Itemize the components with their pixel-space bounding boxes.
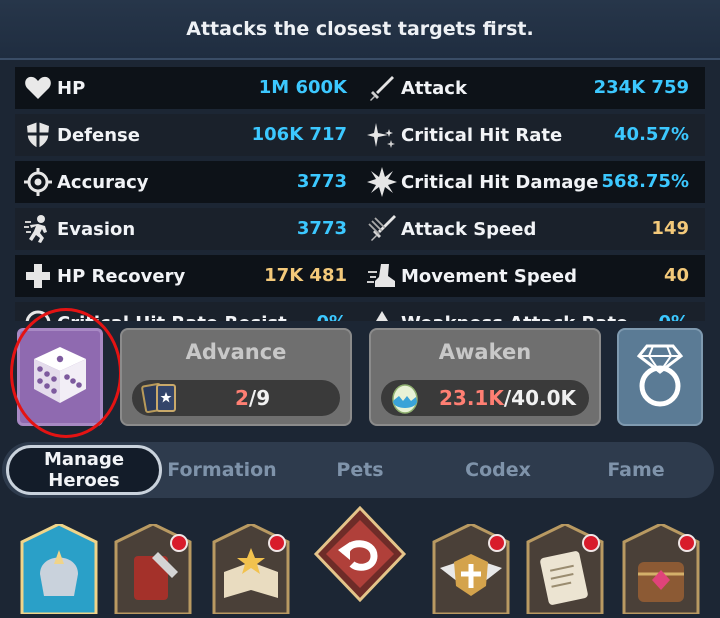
advance-current: 2 xyxy=(235,386,249,410)
stat-hp-value: 1M 600K xyxy=(258,77,347,98)
advance-total: /9 xyxy=(248,386,271,410)
advance-button[interactable]: Advance 2/9 xyxy=(120,328,352,426)
nav-return[interactable] xyxy=(312,505,408,603)
highlight-circle xyxy=(10,308,122,438)
stat-movement-speed-value: 40 xyxy=(663,265,689,286)
advance-title: Advance xyxy=(185,340,287,364)
plus-icon xyxy=(23,261,53,291)
stat-row: Defense 106K 717 Critical Hit Rate 40.57… xyxy=(15,114,705,156)
boot-icon xyxy=(367,261,397,291)
stat-critical-hit-rate: Critical Hit Rate xyxy=(367,114,562,156)
stat-evasion: Evasion xyxy=(23,208,135,250)
nav-treasure[interactable] xyxy=(620,522,702,616)
notification-badge xyxy=(170,534,188,552)
critical-star-icon xyxy=(367,120,397,150)
stat-accuracy-value: 3773 xyxy=(296,171,347,192)
stat-attack-value: 234K 759 xyxy=(593,77,689,98)
quest-scroll-icon xyxy=(524,522,606,618)
ring-icon xyxy=(631,342,689,412)
stat-hp-recovery-value: 17K 481 xyxy=(264,265,347,286)
stat-movement-speed: Movement Speed xyxy=(367,255,577,297)
stat-hp-recovery: HP Recovery xyxy=(23,255,185,297)
tab-manage-heroes[interactable]: Manage Heroes xyxy=(6,445,162,495)
dodge-icon xyxy=(23,214,53,244)
hero-helmet-icon xyxy=(18,522,100,618)
stat-weakness-attack-rate-value: 0% xyxy=(555,302,689,321)
tab-codex[interactable]: Codex xyxy=(438,442,558,498)
stat-critical-hit-rate-value: 40.57% xyxy=(614,124,689,145)
return-arrow-icon xyxy=(312,505,408,606)
advance-progress: 2/9 xyxy=(132,380,340,416)
treasure-chest-icon xyxy=(620,522,702,618)
stat-row: HP 1M 600K Attack 234K 759 xyxy=(15,67,705,109)
tab-formation[interactable]: Formation xyxy=(162,442,282,498)
ring-button[interactable] xyxy=(617,328,703,426)
stats-panel[interactable]: HP 1M 600K Attack 234K 759 Defense 106K … xyxy=(15,67,705,321)
awaken-egg-icon xyxy=(391,382,419,418)
notification-badge xyxy=(268,534,286,552)
stat-defense-value: 106K 717 xyxy=(251,124,347,145)
heart-icon xyxy=(23,73,53,103)
shield-icon xyxy=(23,120,53,150)
stat-row: Accuracy 3773 Critical Hit Damage 568.75… xyxy=(15,161,705,203)
skill-description-text: Attacks the closest targets first. xyxy=(186,18,534,40)
burst-icon xyxy=(367,167,397,197)
winged-shield-icon xyxy=(430,522,512,618)
bottom-nav xyxy=(0,505,720,616)
stat-critical-hit-rate-resist-value: 0% xyxy=(215,302,347,321)
stat-hp: HP xyxy=(23,67,85,109)
stat-defense: Defense xyxy=(23,114,140,156)
stat-row: HP Recovery 17K 481 Movement Speed 40 xyxy=(15,255,705,297)
spellbook-icon xyxy=(210,522,292,618)
awaken-progress: 23.1K/40.0K xyxy=(381,380,589,416)
skill-description-banner: Attacks the closest targets first. xyxy=(0,0,720,60)
awaken-current: 23.1K xyxy=(439,386,504,410)
swords-icon xyxy=(367,214,397,244)
nav-quests[interactable] xyxy=(524,522,606,616)
stat-attack: Attack xyxy=(367,67,467,109)
awaken-total: /40.0K xyxy=(503,386,576,410)
nav-skills[interactable] xyxy=(210,522,292,616)
tab-fame[interactable]: Fame xyxy=(576,442,696,498)
tab-pets[interactable]: Pets xyxy=(300,442,420,498)
sword-icon xyxy=(367,73,397,103)
stat-attack-speed: Attack Speed xyxy=(367,208,536,250)
nav-heroes[interactable] xyxy=(18,522,100,616)
stat-accuracy: Accuracy xyxy=(23,161,149,203)
stat-attack-speed-value: 149 xyxy=(651,218,689,239)
scroll-axe-icon xyxy=(112,522,194,618)
hero-cards-icon xyxy=(140,382,180,418)
awaken-title: Awaken xyxy=(438,340,532,364)
weakness-icon xyxy=(367,308,397,321)
awaken-button[interactable]: Awaken 23.1K/40.0K xyxy=(369,328,601,426)
nav-equipment[interactable] xyxy=(112,522,194,616)
crosshair-icon xyxy=(23,167,53,197)
tab-bar: Manage Heroes Formation Pets Codex Fame xyxy=(2,442,714,498)
stat-row: Critical Hit Rate Resist 0% Weakness Att… xyxy=(15,302,705,321)
stat-evasion-value: 3773 xyxy=(296,218,347,239)
notification-badge xyxy=(488,534,506,552)
notification-badge xyxy=(582,534,600,552)
nav-guild[interactable] xyxy=(430,522,512,616)
stat-critical-hit-damage-value: 568.75% xyxy=(601,171,690,192)
stat-row: Evasion 3773 Attack Speed 149 xyxy=(15,208,705,250)
notification-badge xyxy=(678,534,696,552)
